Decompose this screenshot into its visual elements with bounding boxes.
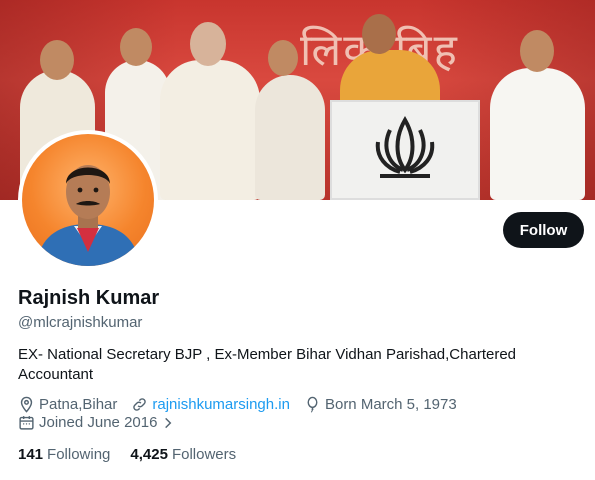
avatar-photo (22, 134, 154, 266)
following-link[interactable]: 141 Following (18, 446, 110, 463)
balloon-icon (307, 396, 318, 413)
location-icon (20, 396, 33, 413)
followers-link[interactable]: 4,425 Followers (130, 446, 236, 463)
location-text: Patna,Bihar (39, 396, 118, 413)
birthday-item: Born March 5, 1973 (304, 396, 457, 413)
profile-handle: @mlcrajnishkumar (18, 314, 143, 331)
following-count: 141 (18, 446, 44, 463)
followers-count: 4,425 (130, 446, 168, 463)
calendar-icon (19, 416, 34, 430)
banner-figure-head (520, 30, 554, 72)
banner-figure (160, 60, 260, 200)
following-label: Following (47, 446, 111, 463)
joined-text: Joined June 2016 (39, 414, 158, 431)
profile-bio: EX- National Secretary BJP , Ex-Member B… (18, 346, 517, 383)
avatar[interactable] (18, 130, 158, 270)
follow-button[interactable]: Follow (503, 212, 584, 248)
banner-figure (490, 68, 585, 200)
link-icon (133, 398, 147, 411)
chevron-right-icon (165, 417, 172, 428)
banner-figure-head (190, 22, 226, 66)
banner-figure-head (362, 14, 396, 54)
followers-label: Followers (171, 446, 237, 463)
profile-meta-row-joined: Joined June 2016 (18, 414, 193, 431)
location-item: Patna,Bihar (18, 396, 117, 413)
avatar-portrait (36, 165, 140, 266)
banner-figure-head (40, 40, 74, 80)
lotus-logo (375, 116, 435, 178)
website-link[interactable]: rajnishkumarsingh.in (152, 396, 290, 413)
banner-figure-head (268, 40, 298, 76)
joined-item[interactable]: Joined June 2016 (18, 414, 179, 431)
profile-meta-row: Patna,Bihar rajnishkumarsingh.in Born Ma… (18, 396, 471, 413)
website-item[interactable]: rajnishkumarsingh.in (131, 396, 290, 413)
profile-name: Rajnish Kumar (18, 287, 160, 309)
banner-figure-head (120, 28, 152, 66)
birthday-text: Born March 5, 1973 (324, 396, 457, 413)
banner-figure (255, 75, 325, 200)
follow-stats: 141 Following 4,425 Followers (18, 446, 256, 463)
